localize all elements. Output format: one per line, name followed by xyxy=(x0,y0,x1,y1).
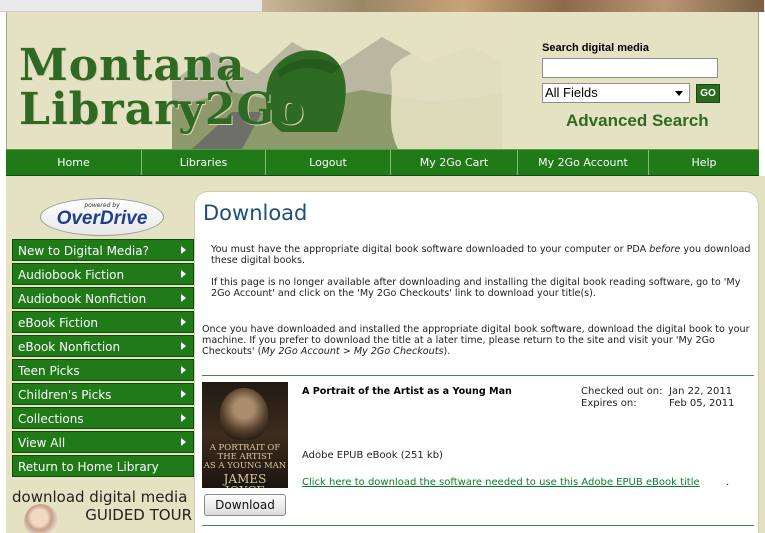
para3-text-b: ). xyxy=(443,346,451,357)
advanced-search-link[interactable]: Advanced Search xyxy=(566,111,732,131)
expires-value: Feb 05, 2011 xyxy=(669,398,735,409)
arrow-right-icon xyxy=(181,390,186,398)
sidebar-item-teen-picks[interactable]: Teen Picks xyxy=(12,359,194,381)
book-cover: A PORTRAIT OF THE ARTIST AS A YOUNG MAN … xyxy=(202,382,288,488)
nav-logout[interactable]: Logout xyxy=(266,150,391,175)
sidebar-item-view-all[interactable]: View All xyxy=(12,431,194,453)
sidebar-item-audiobook-fiction[interactable]: Audiobook Fiction xyxy=(12,263,194,285)
instruction-paragraph-2: If this page is no longer available afte… xyxy=(211,277,741,299)
sidebar-item-label: Audiobook Nonfiction xyxy=(18,292,147,306)
overdrive-logo[interactable]: powered by OverDrive xyxy=(40,198,164,236)
nav-cart[interactable]: My 2Go Cart xyxy=(391,150,518,175)
book-title: A Portrait of the Artist as a Young Man xyxy=(302,386,512,397)
page-title: Download xyxy=(203,201,308,225)
guide-avatar xyxy=(24,504,58,533)
para3-emphasis: My 2Go Account > My 2Go Checkouts xyxy=(261,346,444,357)
sidebar-item-audiobook-nonfiction[interactable]: Audiobook Nonfiction xyxy=(12,287,194,309)
sidebar-item-label: Audiobook Fiction xyxy=(18,268,125,282)
search-field-value: All Fields xyxy=(545,85,598,100)
sidebar-item-childrens-picks[interactable]: Children's Picks xyxy=(12,383,194,405)
cover-portrait xyxy=(220,388,268,440)
para1-text-a: You must have the appropriate digital bo… xyxy=(211,244,650,255)
nav-home[interactable]: Home xyxy=(6,150,142,175)
arrow-right-icon xyxy=(181,438,186,446)
sidebar-item-return-home-library[interactable]: Return to Home Library xyxy=(12,455,194,477)
go-button[interactable]: GO xyxy=(696,83,720,103)
arrow-right-icon xyxy=(181,246,186,254)
arrow-right-icon xyxy=(181,342,186,350)
divider-top xyxy=(202,375,754,376)
search-row: All Fields GO xyxy=(542,83,732,103)
sidebar-item-collections[interactable]: Collections xyxy=(12,407,194,429)
sidebar-item-label: Collections xyxy=(18,412,84,426)
search-field-select[interactable]: All Fields xyxy=(542,83,690,103)
arrow-right-icon xyxy=(181,270,186,278)
cover-author: JAMES JOYCE xyxy=(223,472,267,488)
search-label: Search digital media xyxy=(542,42,649,54)
sidebar-item-label: Teen Picks xyxy=(18,364,80,378)
arrow-right-icon xyxy=(181,318,186,326)
sidebar-item-label: Return to Home Library xyxy=(18,460,159,474)
site-header: Montana Library2Go Search digital media … xyxy=(6,12,759,149)
arrow-right-icon xyxy=(181,366,186,374)
cover-title-line-3: AS A YOUNG MAN xyxy=(203,461,287,471)
top-strip xyxy=(0,0,765,12)
nav-libraries[interactable]: Libraries xyxy=(142,150,266,175)
sidebar-item-ebook-fiction[interactable]: eBook Fiction xyxy=(12,311,194,333)
sidebar-item-new-to-digital-media[interactable]: New to Digital Media? xyxy=(12,239,194,261)
sidebar-item-label: Children's Picks xyxy=(18,388,112,402)
instruction-paragraph-1: You must have the appropriate digital bo… xyxy=(211,244,751,266)
side-menu: New to Digital Media? Audiobook Fiction … xyxy=(12,239,194,479)
sidebar-item-label: eBook Nonfiction xyxy=(18,340,121,354)
expires-label: Expires on: xyxy=(581,398,637,409)
left-sidebar: powered by OverDrive New to Digital Medi… xyxy=(6,176,194,533)
guided-tour-banner[interactable]: download digital media GUIDED TOUR xyxy=(12,488,194,533)
nav-help[interactable]: Help xyxy=(649,150,759,175)
content-panel: Download You must have the appropriate d… xyxy=(194,191,759,533)
book-format: Adobe EPUB eBook (251 kb) xyxy=(302,450,443,461)
instruction-paragraph-3: Once you have downloaded and installed t… xyxy=(202,324,757,357)
arrow-right-icon xyxy=(181,414,186,422)
logo-line-2: Library2Go xyxy=(19,84,306,135)
search-input[interactable] xyxy=(542,58,718,78)
checked-out-row: Checked out on: Jan 22, 2011 xyxy=(581,386,732,397)
para1-emphasis: before xyxy=(649,244,681,255)
main-nav: Home Libraries Logout My 2Go Cart My 2Go… xyxy=(6,149,759,176)
search-panel: Search digital media All Fields GO Advan… xyxy=(542,42,732,131)
overdrive-brand: OverDrive xyxy=(56,208,148,229)
arrow-right-icon xyxy=(181,294,186,302)
nav-account[interactable]: My 2Go Account xyxy=(518,150,649,175)
divider-bottom xyxy=(202,525,754,526)
sidebar-item-label: New to Digital Media? xyxy=(18,244,149,258)
logo-line-1: Montana xyxy=(19,40,246,91)
sidebar-item-ebook-nonfiction[interactable]: eBook Nonfiction xyxy=(12,335,194,357)
header-photo-strip xyxy=(262,0,764,12)
sidebar-item-label: eBook Fiction xyxy=(18,316,99,330)
chevron-down-icon xyxy=(675,91,683,96)
checked-out-value: Jan 22, 2011 xyxy=(669,386,733,397)
sidebar-item-label: View All xyxy=(18,436,66,450)
main-area: Download You must have the appropriate d… xyxy=(194,176,765,533)
software-link-suffix: . xyxy=(726,477,730,488)
expires-row: Expires on: Feb 05, 2011 xyxy=(581,398,734,409)
software-download-link[interactable]: Click here to download the software need… xyxy=(302,477,700,488)
checked-out-label: Checked out on: xyxy=(581,386,663,397)
download-button[interactable]: Download xyxy=(204,494,286,516)
